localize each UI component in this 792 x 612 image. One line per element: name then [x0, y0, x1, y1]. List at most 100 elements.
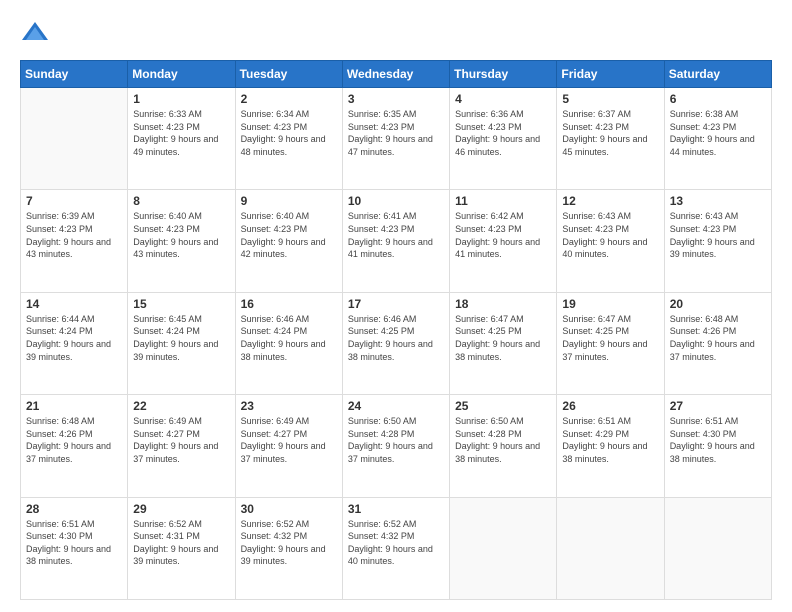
calendar-cell: 5Sunrise: 6:37 AMSunset: 4:23 PMDaylight…: [557, 88, 664, 190]
calendar-header-thursday: Thursday: [450, 61, 557, 88]
calendar-cell: [21, 88, 128, 190]
day-number: 14: [26, 297, 122, 311]
calendar-cell: 28 Sunrise: 6:51 AMSunset: 4:30 PMDayligh…: [21, 497, 128, 599]
day-number: 27: [670, 399, 766, 413]
day-info: Sunrise: 6:40 AMSunset: 4:23 PMDaylight:…: [241, 210, 337, 260]
day-number: 20: [670, 297, 766, 311]
day-number: 12: [562, 194, 658, 208]
calendar-cell: 8 Sunrise: 6:40 AMSunset: 4:23 PMDaylight…: [128, 190, 235, 292]
day-number: 4: [455, 92, 551, 106]
calendar-cell: 4 Sunrise: 6:36 AMSunset: 4:23 PMDaylight…: [450, 88, 557, 190]
calendar-cell: 9 Sunrise: 6:40 AMSunset: 4:23 PMDaylight…: [235, 190, 342, 292]
day-info: Sunrise: 6:50 AMSunset: 4:28 PMDaylight:…: [348, 415, 444, 465]
day-info: Sunrise: 6:43 AMSunset: 4:23 PMDaylight:…: [562, 210, 658, 260]
calendar-cell: 18 Sunrise: 6:47 AMSunset: 4:25 PMDayligh…: [450, 292, 557, 394]
calendar-week-3: 21 Sunrise: 6:48 AMSunset: 4:26 PMDayligh…: [21, 395, 772, 497]
day-info: Sunrise: 6:50 AMSunset: 4:28 PMDaylight:…: [455, 415, 551, 465]
calendar-cell: 23Sunrise: 6:49 AMSunset: 4:27 PMDayligh…: [235, 395, 342, 497]
day-number: 17: [348, 297, 444, 311]
calendar-header-monday: Monday: [128, 61, 235, 88]
day-number: 13: [670, 194, 766, 208]
day-number: 29: [133, 502, 229, 516]
day-info: Sunrise: 6:48 AMSunset: 4:26 PMDaylight:…: [670, 313, 766, 363]
day-number: 22: [133, 399, 229, 413]
day-number: 31: [348, 502, 444, 516]
calendar-cell: 2 Sunrise: 6:34 AMSunset: 4:23 PMDaylight…: [235, 88, 342, 190]
day-number: 3: [348, 92, 444, 106]
calendar-cell: 12 Sunrise: 6:43 AMSunset: 4:23 PMDayligh…: [557, 190, 664, 292]
day-info: Sunrise: 6:49 AMSunset: 4:27 PMDaylight:…: [241, 415, 337, 465]
day-number: 28: [26, 502, 122, 516]
calendar-cell: 20 Sunrise: 6:48 AMSunset: 4:26 PMDayligh…: [664, 292, 771, 394]
day-info: Sunrise: 6:34 AMSunset: 4:23 PMDaylight:…: [241, 108, 337, 158]
day-number: 30: [241, 502, 337, 516]
day-number: 1: [133, 92, 229, 106]
day-info: Sunrise: 6:46 AMSunset: 4:24 PMDaylight:…: [241, 313, 337, 363]
calendar-cell: 11Sunrise: 6:42 AMSunset: 4:23 PMDayligh…: [450, 190, 557, 292]
day-info: Sunrise: 6:51 AMSunset: 4:30 PMDaylight:…: [670, 415, 766, 465]
day-info: Sunrise: 6:47 AMSunset: 4:25 PMDaylight:…: [562, 313, 658, 363]
day-info: Sunrise: 6:49 AMSunset: 4:27 PMDaylight:…: [133, 415, 229, 465]
day-number: 2: [241, 92, 337, 106]
day-info: Sunrise: 6:52 AMSunset: 4:32 PMDaylight:…: [241, 518, 337, 568]
calendar-cell: 17 Sunrise: 6:46 AMSunset: 4:25 PMDayligh…: [342, 292, 449, 394]
day-info: Sunrise: 6:47 AMSunset: 4:25 PMDaylight:…: [455, 313, 551, 363]
day-number: 10: [348, 194, 444, 208]
day-info: Sunrise: 6:52 AMSunset: 4:32 PMDaylight:…: [348, 518, 444, 568]
calendar-cell: 27 Sunrise: 6:51 AMSunset: 4:30 PMDayligh…: [664, 395, 771, 497]
calendar-header-wednesday: Wednesday: [342, 61, 449, 88]
calendar-cell: 13Sunrise: 6:43 AMSunset: 4:23 PMDayligh…: [664, 190, 771, 292]
day-info: Sunrise: 6:44 AMSunset: 4:24 PMDaylight:…: [26, 313, 122, 363]
calendar-header-tuesday: Tuesday: [235, 61, 342, 88]
logo-icon: [20, 18, 50, 48]
calendar-header-row: SundayMondayTuesdayWednesdayThursdayFrid…: [21, 61, 772, 88]
day-info: Sunrise: 6:33 AMSunset: 4:23 PMDaylight:…: [133, 108, 229, 158]
day-number: 16: [241, 297, 337, 311]
calendar-cell: 10 Sunrise: 6:41 AMSunset: 4:23 PMDayligh…: [342, 190, 449, 292]
page: SundayMondayTuesdayWednesdayThursdayFrid…: [0, 0, 792, 612]
calendar-cell: 6Sunrise: 6:38 AMSunset: 4:23 PMDaylight…: [664, 88, 771, 190]
calendar-week-0: 1 Sunrise: 6:33 AMSunset: 4:23 PMDaylight…: [21, 88, 772, 190]
calendar-week-2: 14 Sunrise: 6:44 AMSunset: 4:24 PMDayligh…: [21, 292, 772, 394]
calendar-header-sunday: Sunday: [21, 61, 128, 88]
calendar-cell: 14 Sunrise: 6:44 AMSunset: 4:24 PMDayligh…: [21, 292, 128, 394]
day-number: 15: [133, 297, 229, 311]
day-info: Sunrise: 6:37 AMSunset: 4:23 PMDaylight:…: [562, 108, 658, 158]
day-number: 7: [26, 194, 122, 208]
day-number: 21: [26, 399, 122, 413]
calendar-cell: [450, 497, 557, 599]
day-info: Sunrise: 6:40 AMSunset: 4:23 PMDaylight:…: [133, 210, 229, 260]
logo: [20, 18, 52, 48]
calendar-table: SundayMondayTuesdayWednesdayThursdayFrid…: [20, 60, 772, 600]
day-number: 8: [133, 194, 229, 208]
calendar-cell: 30 Sunrise: 6:52 AMSunset: 4:32 PMDayligh…: [235, 497, 342, 599]
calendar-week-4: 28 Sunrise: 6:51 AMSunset: 4:30 PMDayligh…: [21, 497, 772, 599]
day-number: 9: [241, 194, 337, 208]
calendar-cell: [557, 497, 664, 599]
header: [20, 18, 772, 48]
calendar-header-saturday: Saturday: [664, 61, 771, 88]
calendar-cell: 31 Sunrise: 6:52 AMSunset: 4:32 PMDayligh…: [342, 497, 449, 599]
day-info: Sunrise: 6:46 AMSunset: 4:25 PMDaylight:…: [348, 313, 444, 363]
calendar-week-1: 7 Sunrise: 6:39 AMSunset: 4:23 PMDaylight…: [21, 190, 772, 292]
day-number: 26: [562, 399, 658, 413]
calendar-cell: 15 Sunrise: 6:45 AMSunset: 4:24 PMDayligh…: [128, 292, 235, 394]
calendar-cell: 21 Sunrise: 6:48 AMSunset: 4:26 PMDayligh…: [21, 395, 128, 497]
day-number: 11: [455, 194, 551, 208]
day-info: Sunrise: 6:51 AMSunset: 4:30 PMDaylight:…: [26, 518, 122, 568]
calendar-cell: 24 Sunrise: 6:50 AMSunset: 4:28 PMDayligh…: [342, 395, 449, 497]
day-info: Sunrise: 6:35 AMSunset: 4:23 PMDaylight:…: [348, 108, 444, 158]
calendar-cell: 26 Sunrise: 6:51 AMSunset: 4:29 PMDayligh…: [557, 395, 664, 497]
calendar-cell: 25Sunrise: 6:50 AMSunset: 4:28 PMDayligh…: [450, 395, 557, 497]
day-info: Sunrise: 6:45 AMSunset: 4:24 PMDaylight:…: [133, 313, 229, 363]
day-info: Sunrise: 6:51 AMSunset: 4:29 PMDaylight:…: [562, 415, 658, 465]
day-number: 24: [348, 399, 444, 413]
calendar-cell: 19 Sunrise: 6:47 AMSunset: 4:25 PMDayligh…: [557, 292, 664, 394]
day-info: Sunrise: 6:39 AMSunset: 4:23 PMDaylight:…: [26, 210, 122, 260]
day-info: Sunrise: 6:36 AMSunset: 4:23 PMDaylight:…: [455, 108, 551, 158]
day-number: 19: [562, 297, 658, 311]
day-info: Sunrise: 6:48 AMSunset: 4:26 PMDaylight:…: [26, 415, 122, 465]
day-info: Sunrise: 6:41 AMSunset: 4:23 PMDaylight:…: [348, 210, 444, 260]
calendar-cell: 22 Sunrise: 6:49 AMSunset: 4:27 PMDayligh…: [128, 395, 235, 497]
day-number: 18: [455, 297, 551, 311]
